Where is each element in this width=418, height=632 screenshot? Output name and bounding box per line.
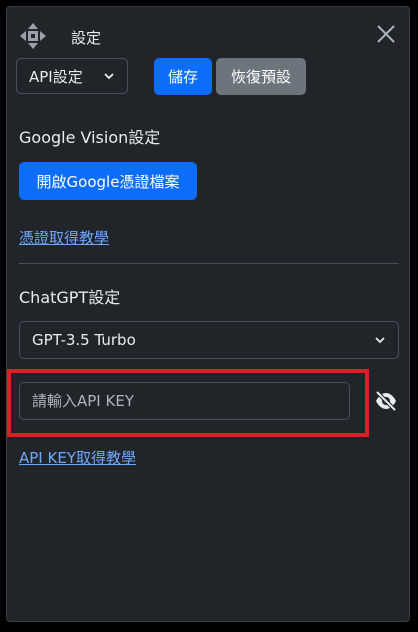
chatgpt-heading: ChatGPT設定 <box>19 288 121 307</box>
api-settings-select[interactable]: API設定 <box>16 58 128 94</box>
chevron-down-icon <box>104 73 114 80</box>
google-vision-heading: Google Vision設定 <box>19 128 161 147</box>
chevron-down-icon <box>375 337 385 344</box>
section-divider <box>19 263 399 264</box>
settings-panel: 設定 API設定 儲存 恢復預設 Google Vision設定 開啟Googl… <box>6 6 410 622</box>
close-icon <box>377 25 395 43</box>
panel-title: 設定 <box>71 29 102 47</box>
model-select-value: GPT-3.5 Turbo <box>32 331 136 349</box>
open-google-credentials-button[interactable]: 開啟Google憑證檔案 <box>19 162 197 200</box>
credentials-tutorial-link[interactable]: 憑證取得教學 <box>19 227 109 248</box>
eye-slash-icon <box>375 391 397 411</box>
close-button[interactable] <box>373 21 399 47</box>
toggle-api-key-visibility-button[interactable] <box>373 390 399 412</box>
reset-defaults-button[interactable]: 恢復預設 <box>216 58 306 95</box>
api-key-input[interactable] <box>19 382 350 420</box>
save-button[interactable]: 儲存 <box>154 58 212 95</box>
api-settings-select-value: API設定 <box>29 67 83 86</box>
api-key-tutorial-link[interactable]: API KEY取得教學 <box>19 447 136 468</box>
move-arrows-icon[interactable] <box>19 22 47 50</box>
model-select[interactable]: GPT-3.5 Turbo <box>19 321 399 359</box>
